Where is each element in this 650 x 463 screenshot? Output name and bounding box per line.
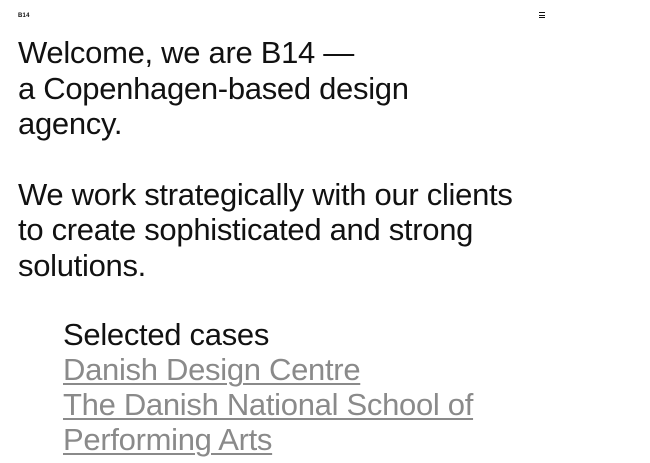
intro-line: solutions. [18,247,146,283]
case-link-danish-design-centre[interactable]: Danish Design Centre [63,352,473,387]
cases-list: Danish Design Centre The Danish National… [63,352,473,457]
hamburger-menu-icon[interactable] [539,12,545,20]
case-link-danish-national-school-line2[interactable]: Performing Arts [63,422,473,457]
intro-line: We work strategically with our clients [18,176,513,212]
intro-paragraph-mission: We work strategically with our clients t… [18,177,618,284]
intro-line: to create sophisticated and strong [18,212,474,247]
selected-cases-heading: Selected cases [63,317,270,352]
case-link-danish-national-school-line1[interactable]: The Danish National School of [63,387,473,422]
intro-paragraph-welcome: Welcome, we are B14 — a Copenhagen-based… [18,35,618,142]
selected-cases-section: Selected cases Danish Design Centre The … [63,317,473,457]
case-item: The Danish National School of Performing… [63,387,473,457]
intro-line: agency. [18,106,123,141]
logo[interactable]: B14 [18,13,30,19]
intro-text: Welcome, we are B14 — a Copenhagen-based… [18,35,618,283]
case-item: Danish Design Centre [63,352,473,387]
intro-line: a Copenhagen-based design [18,70,409,106]
intro-line: Welcome, we are B14 — [18,35,354,70]
